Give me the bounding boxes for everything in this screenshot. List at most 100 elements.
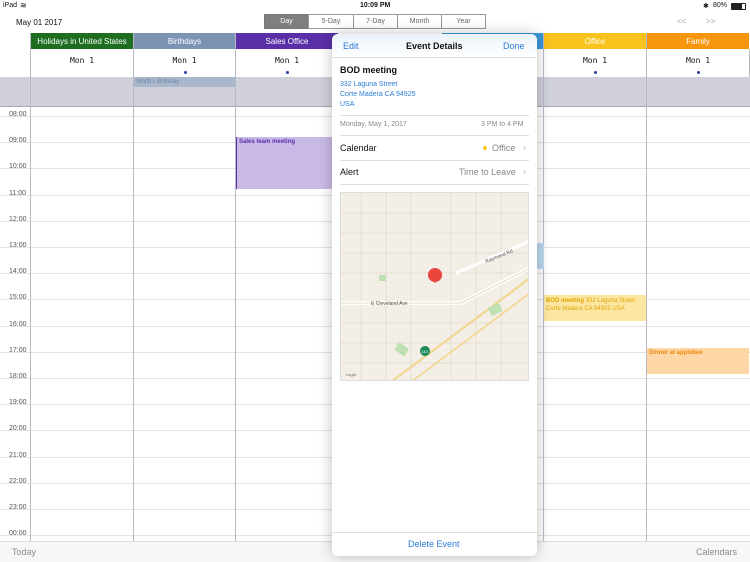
alert-row[interactable]: Alert Time to Leave › bbox=[332, 161, 537, 183]
event-dot bbox=[594, 71, 597, 74]
map-route bbox=[392, 278, 528, 380]
map-park bbox=[379, 275, 386, 281]
event-dinner[interactable]: Dinner at applebee bbox=[647, 348, 749, 374]
column-divider bbox=[133, 33, 134, 541]
hour-label: 20:00 bbox=[9, 425, 27, 432]
address-line: USA bbox=[340, 101, 355, 108]
hour-label: 16:00 bbox=[9, 321, 27, 328]
day-label: Mon 1 bbox=[582, 56, 608, 65]
map-graphic: E Cleveland Ave Raymond Rd 143 Legal bbox=[341, 193, 528, 380]
address-line: 332 Laguna Street bbox=[340, 81, 398, 88]
view-year-button[interactable]: Year bbox=[441, 14, 486, 29]
device-label: iPad bbox=[3, 2, 18, 9]
address-line: Corte Madera CA 94925 bbox=[340, 91, 416, 98]
hour-label: 23:00 bbox=[9, 504, 27, 511]
day-header: Mon 1 bbox=[134, 49, 236, 77]
event-bod-meeting[interactable]: BOD meeting 332 Laguna Street Corte Made… bbox=[544, 295, 646, 321]
day-header: Mon 1 bbox=[31, 49, 134, 77]
chevron-right-icon: › bbox=[523, 166, 526, 176]
map-pin-stem bbox=[434, 275, 436, 283]
hour-label: 10:00 bbox=[9, 163, 27, 170]
hour-label: 21:00 bbox=[9, 452, 27, 459]
delete-event-button[interactable]: Delete Event bbox=[408, 539, 460, 549]
calendar-header-sales-office[interactable]: Sales Office bbox=[236, 33, 339, 49]
day-header: Mon 1 bbox=[236, 49, 339, 77]
calendar-row[interactable]: Calendar Office › bbox=[332, 136, 537, 160]
chevron-right-icon: › bbox=[523, 142, 526, 152]
prev-button[interactable]: << bbox=[677, 17, 686, 26]
hour-label: 22:00 bbox=[9, 478, 27, 485]
done-button[interactable]: Done bbox=[503, 41, 525, 51]
edit-button[interactable]: Edit bbox=[343, 41, 359, 51]
calendar-header-birthdays[interactable]: Birthdays bbox=[134, 33, 236, 49]
event-details-popover: Edit Event Details Done BOD meeting 332 … bbox=[332, 34, 537, 556]
hour-label: 08:00 bbox=[9, 111, 27, 118]
map-street-label: Raymond Rd bbox=[485, 248, 515, 265]
hour-label: 14:00 bbox=[9, 268, 27, 275]
calendar-row-label: Calendar bbox=[340, 143, 377, 153]
event-dot bbox=[183, 71, 187, 74]
day-header: Mon 1 bbox=[647, 49, 750, 77]
battery-icon bbox=[731, 3, 746, 10]
alert-row-value: Time to Leave bbox=[459, 167, 516, 177]
map-route bbox=[412, 293, 528, 380]
day-label: Mon 1 bbox=[69, 56, 95, 65]
event-dot bbox=[697, 71, 700, 74]
event-sales-team-meeting[interactable]: Sales team meeting bbox=[236, 137, 336, 189]
event-address[interactable]: 332 Laguna Street Corte Madera CA 94925 … bbox=[340, 80, 416, 110]
hour-label: 15:00 bbox=[9, 294, 27, 301]
event-title: BOD meeting bbox=[340, 65, 398, 75]
event-hidden-fragment[interactable] bbox=[537, 243, 544, 269]
hour-label: 11:00 bbox=[9, 190, 26, 197]
event-bod-title: BOD meeting bbox=[546, 298, 585, 304]
status-time: 10:09 PM bbox=[360, 2, 391, 9]
map-street-label: E Cleveland Ave bbox=[371, 301, 408, 307]
current-date: May 01 2017 bbox=[16, 18, 63, 27]
calendar-header-office[interactable]: Office bbox=[544, 33, 647, 49]
wifi-icon: ≋ bbox=[20, 1, 27, 10]
divider bbox=[340, 115, 529, 116]
hour-label: 00:00 bbox=[9, 530, 27, 537]
view-day-button[interactable]: Day bbox=[264, 14, 309, 29]
view-7day-button[interactable]: 7-Day bbox=[353, 14, 398, 29]
column-divider bbox=[30, 33, 31, 541]
map-grid bbox=[341, 193, 528, 380]
day-header: Mon 1 bbox=[544, 49, 647, 77]
day-label: Mon 1 bbox=[274, 56, 300, 65]
event-time: 3 PM to 4 PM bbox=[481, 121, 524, 128]
column-divider bbox=[235, 33, 236, 541]
hour-label: 12:00 bbox=[9, 216, 27, 223]
hour-label: 09:00 bbox=[9, 137, 27, 144]
hour-label: 19:00 bbox=[9, 399, 27, 406]
hour-label: 17:00 bbox=[9, 347, 27, 354]
location-map[interactable]: E Cleveland Ave Raymond Rd 143 Legal bbox=[340, 192, 529, 381]
calendar-header-holidays[interactable]: Holidays in United States bbox=[31, 33, 134, 49]
calendars-button[interactable]: Calendars bbox=[696, 547, 737, 557]
view-5day-button[interactable]: 5-Day bbox=[308, 14, 354, 29]
map-park bbox=[394, 342, 410, 357]
day-label: Mon 1 bbox=[685, 56, 711, 65]
view-month-button[interactable]: Month bbox=[397, 14, 442, 29]
map-park bbox=[487, 302, 503, 317]
delete-event-row[interactable]: Delete Event bbox=[332, 532, 537, 556]
all-day-event-birthday[interactable]: Smith's Birthday bbox=[134, 77, 235, 87]
popover-title: Event Details bbox=[406, 41, 463, 51]
column-divider bbox=[543, 33, 544, 541]
calendar-color-dot bbox=[483, 146, 487, 150]
status-bar: iPad ≋ 10:09 PM ✱ 80% bbox=[0, 0, 750, 13]
next-button[interactable]: >> bbox=[706, 17, 715, 26]
alert-row-label: Alert bbox=[340, 167, 359, 177]
event-date: Monday, May 1, 2017 bbox=[340, 121, 407, 128]
day-label: Mon 1 bbox=[172, 56, 197, 65]
route-shield-label: 143 bbox=[421, 349, 428, 354]
calendar-row-value: Office bbox=[492, 143, 516, 153]
bluetooth-icon: ✱ bbox=[703, 3, 709, 10]
divider bbox=[340, 184, 529, 185]
today-button[interactable]: Today bbox=[12, 547, 36, 557]
event-dot bbox=[286, 71, 289, 74]
hour-label: 13:00 bbox=[9, 242, 27, 249]
hour-label: 18:00 bbox=[9, 373, 27, 380]
battery-percent: 80% bbox=[713, 2, 728, 9]
calendar-header-family[interactable]: Family bbox=[647, 33, 750, 49]
map-legal-link[interactable]: Legal bbox=[346, 372, 356, 377]
